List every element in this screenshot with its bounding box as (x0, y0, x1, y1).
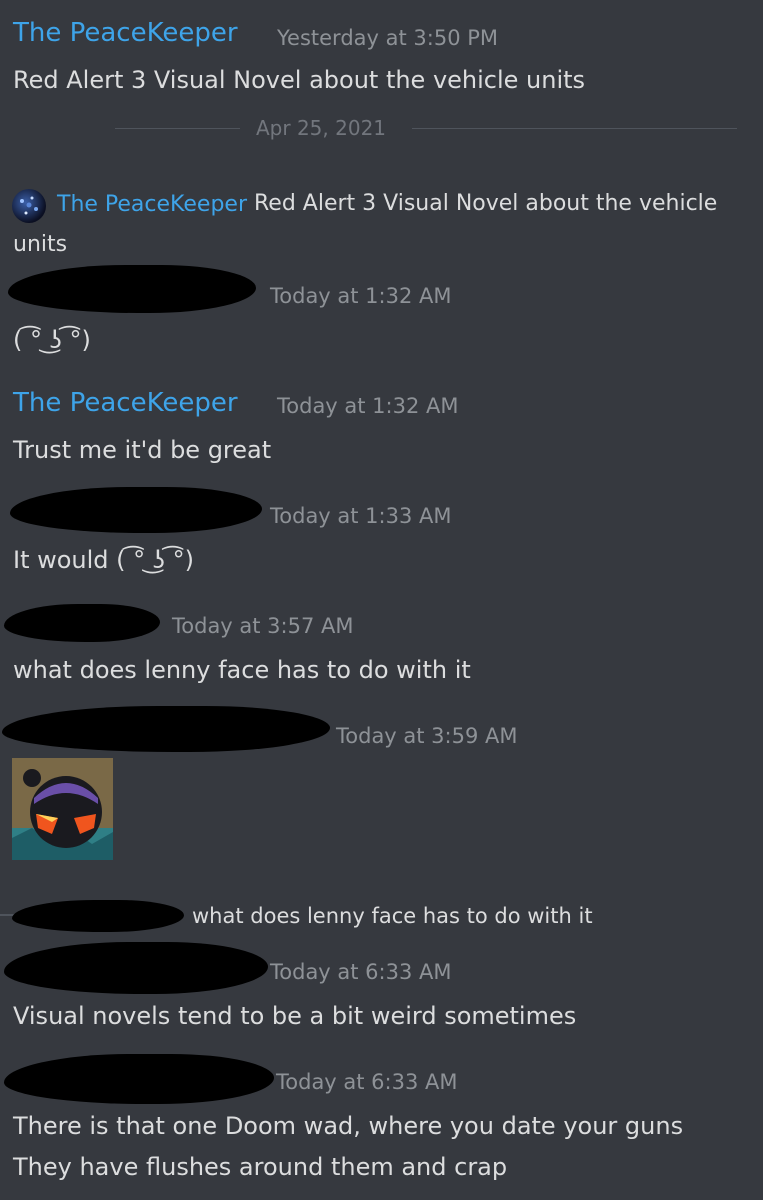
message-timestamp: Today at 6:33 AM (276, 1070, 458, 1094)
message-text: Red Alert 3 Visual Novel about the vehic… (13, 66, 586, 94)
message-timestamp: Today at 3:57 AM (172, 614, 354, 638)
message-text: There is that one Doom wad, where you da… (13, 1112, 684, 1140)
message-text: ( ͡° ͜ʖ ͡°) (13, 326, 91, 354)
character-image-icon (12, 758, 113, 860)
message-text-continued: They have flushes around them and crap (13, 1153, 508, 1181)
message-text: Visual novels tend to be a bit weird som… (13, 1002, 577, 1030)
message-text: Trust me it'd be great (13, 436, 272, 464)
avatar-image-icon (20, 196, 38, 215)
redacted-username (4, 942, 268, 994)
divider-line-left (115, 128, 240, 129)
message-author[interactable]: The PeaceKeeper (13, 18, 238, 48)
message-timestamp: Today at 1:32 AM (270, 284, 452, 308)
reply-text[interactable]: what does lenny face has to do with it (192, 904, 593, 928)
redacted-username (12, 900, 184, 932)
message-timestamp: Today at 1:32 AM (277, 394, 459, 418)
message-timestamp: Yesterday at 3:50 PM (277, 26, 499, 50)
message-text: It would ( ͡° ͜ʖ ͡°) (13, 546, 195, 574)
reply-author[interactable]: The PeaceKeeper (57, 192, 247, 217)
redacted-username (2, 706, 330, 752)
message-timestamp: Today at 6:33 AM (270, 960, 452, 984)
redacted-username (10, 487, 262, 533)
message-text: what does lenny face has to do with it (13, 656, 471, 684)
message-timestamp: Today at 3:59 AM (336, 724, 518, 748)
reply-text-continued[interactable]: units (13, 232, 67, 257)
message-timestamp: Today at 1:33 AM (270, 504, 452, 528)
reply-avatar[interactable] (12, 189, 46, 223)
message-author[interactable]: The PeaceKeeper (13, 388, 238, 418)
image-attachment[interactable] (12, 758, 113, 860)
redacted-username (8, 265, 256, 313)
divider-line-right (412, 128, 737, 129)
reply-text[interactable]: Red Alert 3 Visual Novel about the vehic… (254, 191, 717, 216)
redacted-username (4, 604, 160, 642)
date-divider: Apr 25, 2021 (256, 116, 387, 140)
redacted-username (4, 1054, 274, 1104)
